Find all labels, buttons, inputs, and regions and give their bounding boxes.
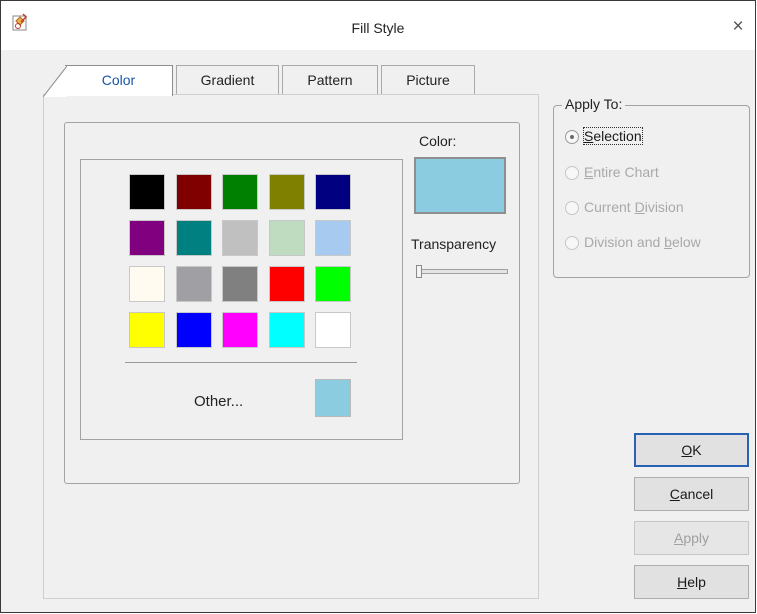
radio-entire-chart-accel: E [584, 164, 594, 180]
color-swatch[interactable] [129, 174, 165, 210]
ok-label: K [692, 442, 702, 458]
color-label: Color: [419, 133, 457, 149]
color-swatch[interactable] [129, 266, 165, 302]
tab-picture[interactable]: Picture [381, 65, 475, 95]
transparency-label: Transparency [411, 236, 497, 252]
color-swatch[interactable] [175, 174, 212, 210]
other-color-swatch[interactable] [315, 379, 351, 417]
cancel-label: ancel [679, 486, 714, 502]
palette-divider [125, 362, 357, 363]
color-swatch[interactable] [175, 312, 212, 348]
transparency-slider-thumb[interactable] [416, 265, 422, 278]
close-icon[interactable]: × [727, 17, 749, 37]
apply-button[interactable]: Apply [634, 521, 749, 555]
color-swatch[interactable] [175, 266, 212, 302]
radio-icon [565, 236, 579, 250]
tab-picture-label: Picture [406, 72, 450, 88]
transparency-slider-track[interactable] [419, 269, 508, 274]
window-title: Fill Style [351, 20, 405, 36]
color-swatch[interactable] [268, 220, 305, 256]
color-swatch[interactable] [129, 220, 165, 256]
color-swatch[interactable] [268, 174, 305, 210]
color-swatch[interactable] [315, 266, 351, 302]
color-swatch[interactable] [129, 312, 165, 348]
apply-label: pply [683, 530, 710, 546]
color-preview [414, 157, 506, 214]
radio-icon [565, 166, 579, 180]
radio-division-below-pre: Division and [584, 234, 665, 250]
radio-selection-label: election [593, 128, 642, 144]
color-swatch[interactable] [315, 220, 351, 256]
radio-current-division-label: ivision [644, 199, 684, 215]
cancel-accel: C [669, 486, 680, 502]
tab-pattern-label: Pattern [307, 72, 353, 88]
color-swatch[interactable] [222, 220, 258, 256]
tab-slant [43, 66, 67, 97]
ok-button[interactable]: OK [634, 433, 749, 467]
apply-to-group [553, 105, 750, 278]
radio-icon [565, 201, 579, 215]
color-swatch[interactable] [222, 174, 258, 210]
other-color-label[interactable]: Other... [194, 393, 243, 410]
help-button[interactable]: Help [634, 565, 749, 599]
radio-entire-chart-label: ntire Chart [593, 164, 659, 180]
color-swatch[interactable] [315, 312, 351, 348]
tab-color[interactable]: Color [43, 65, 173, 97]
radio-current-division-pre: Current [584, 199, 635, 215]
tab-color-label: Color [101, 72, 136, 88]
ok-accel: O [681, 442, 693, 458]
apply-accel: A [673, 530, 684, 546]
cancel-button[interactable]: Cancel [634, 477, 749, 511]
help-accel: H [677, 574, 688, 590]
radio-division-below-label: elow [671, 234, 701, 250]
radio-selection-accel: S [584, 128, 594, 144]
color-swatch[interactable] [175, 220, 212, 256]
tab-gradient[interactable]: Gradient [176, 65, 279, 95]
help-label: elp [687, 574, 706, 590]
apply-to-legend: Apply To: [562, 96, 626, 112]
title-bar: Fill Style × [1, 1, 755, 50]
color-swatch[interactable] [222, 312, 258, 348]
color-swatch[interactable] [222, 266, 258, 302]
color-swatch[interactable] [268, 312, 305, 348]
color-swatch[interactable] [268, 266, 305, 302]
fill-style-dialog: Fill Style × Color Gradient Pattern Pict… [0, 0, 756, 613]
radio-current-division-accel: D [634, 199, 645, 215]
tab-gradient-label: Gradient [200, 72, 255, 88]
radio-division-below-accel: b [664, 234, 672, 250]
tab-pattern[interactable]: Pattern [282, 65, 378, 95]
radio-selected-icon [565, 130, 579, 144]
color-swatch[interactable] [315, 174, 351, 210]
